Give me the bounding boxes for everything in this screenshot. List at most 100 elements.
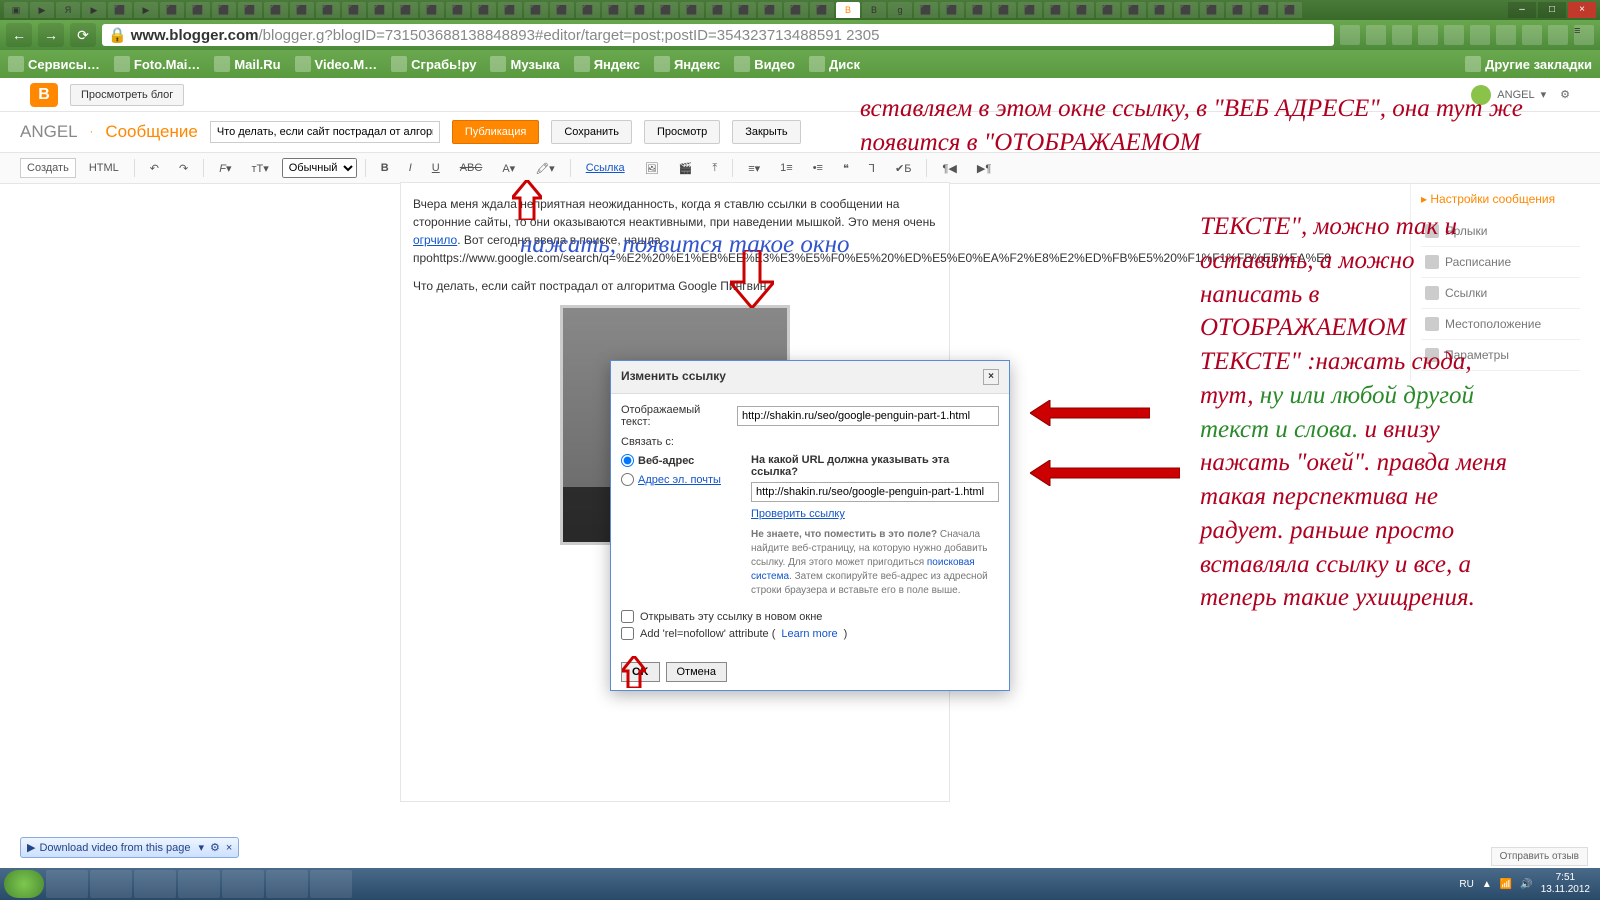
- other-bookmarks[interactable]: Другие закладки: [1465, 56, 1592, 72]
- volume-icon[interactable]: 🔊: [1520, 879, 1532, 890]
- tab[interactable]: ⬛: [342, 2, 366, 18]
- quote-icon[interactable]: ❝: [836, 158, 856, 179]
- tab[interactable]: ⬛: [446, 2, 470, 18]
- network-icon[interactable]: 📶: [1500, 879, 1512, 890]
- bookmark-item[interactable]: Видео: [734, 56, 795, 72]
- spellcheck-icon[interactable]: ✔Б: [888, 158, 918, 179]
- taskbar-app[interactable]: [46, 870, 88, 898]
- tab[interactable]: ⬛: [680, 2, 704, 18]
- dialog-titlebar[interactable]: Изменить ссылку ×: [611, 361, 1009, 394]
- gear-icon[interactable]: ⚙: [210, 841, 220, 854]
- align-icon[interactable]: ≡▾: [741, 158, 767, 179]
- tab[interactable]: ▶: [30, 2, 54, 18]
- image-icon[interactable]: 🖼: [638, 158, 666, 179]
- tab[interactable]: ⬛: [784, 2, 808, 18]
- video-icon[interactable]: 🎬: [672, 158, 700, 179]
- tab[interactable]: ⬛: [1018, 2, 1042, 18]
- extension-icon[interactable]: [1392, 25, 1412, 45]
- tab[interactable]: ⬛: [966, 2, 990, 18]
- extension-icon[interactable]: [1548, 25, 1568, 45]
- start-button[interactable]: [4, 870, 44, 898]
- close-button[interactable]: Закрыть: [732, 120, 800, 144]
- system-tray[interactable]: RU ▲ 📶 🔊 7:51 13.11.2012: [1459, 872, 1596, 896]
- test-link[interactable]: Проверить ссылку: [751, 508, 845, 520]
- view-blog-button[interactable]: Просмотреть блог: [70, 84, 184, 106]
- publish-button[interactable]: Публикация: [452, 120, 539, 144]
- bookmark-icon[interactable]: [1340, 25, 1360, 45]
- extension-icon[interactable]: [1522, 25, 1542, 45]
- bold-icon[interactable]: B: [374, 158, 396, 178]
- clock[interactable]: 7:51 13.11.2012: [1541, 872, 1590, 896]
- tab[interactable]: ⬛: [1070, 2, 1094, 18]
- redo-icon[interactable]: ↷: [172, 158, 195, 179]
- rtl-icon[interactable]: ▶¶: [970, 158, 998, 179]
- bookmark-item[interactable]: Foto.Mai…: [114, 56, 200, 72]
- underline-icon[interactable]: U: [425, 158, 447, 178]
- tab[interactable]: B: [862, 2, 886, 18]
- tab[interactable]: ⬛: [654, 2, 678, 18]
- reload-button[interactable]: ⟳: [70, 23, 96, 47]
- font-family-icon[interactable]: F▾: [212, 158, 238, 179]
- bookmark-item[interactable]: Яндекс: [574, 56, 640, 72]
- taskbar-app[interactable]: [266, 870, 308, 898]
- tab[interactable]: ⬛: [186, 2, 210, 18]
- checkbox-nofollow[interactable]: Add 'rel=nofollow' attribute (Learn more…: [621, 627, 999, 640]
- minimize-button[interactable]: –: [1508, 2, 1536, 18]
- tab[interactable]: ⬛: [290, 2, 314, 18]
- extension-icon[interactable]: [1366, 25, 1386, 45]
- maximize-button[interactable]: □: [1538, 2, 1566, 18]
- tab[interactable]: ⬛: [1122, 2, 1146, 18]
- post-title-input[interactable]: [210, 121, 440, 143]
- tab[interactable]: ▣: [4, 2, 28, 18]
- url-input[interactable]: [751, 482, 999, 502]
- jump-break-icon[interactable]: ⤒: [705, 158, 724, 179]
- tab[interactable]: ⬛: [1096, 2, 1120, 18]
- preview-button[interactable]: Просмотр: [644, 120, 720, 144]
- language-indicator[interactable]: RU: [1459, 879, 1473, 890]
- extension-icon[interactable]: [1470, 25, 1490, 45]
- taskbar-app[interactable]: [222, 870, 264, 898]
- cancel-button[interactable]: Отмена: [666, 662, 727, 682]
- url-input[interactable]: 🔒 www.blogger.com /blogger.g?blogID=7315…: [102, 24, 1334, 46]
- text-color-icon[interactable]: A▾: [495, 158, 522, 179]
- extension-icon[interactable]: [1418, 25, 1438, 45]
- tab[interactable]: ⬛: [758, 2, 782, 18]
- font-size-icon[interactable]: тT▾: [244, 158, 275, 179]
- tab[interactable]: ⬛: [1174, 2, 1198, 18]
- tab[interactable]: ⬛: [602, 2, 626, 18]
- blogger-logo-icon[interactable]: B: [30, 83, 58, 107]
- taskbar-app[interactable]: [134, 870, 176, 898]
- gear-icon[interactable]: ⚙: [1560, 88, 1570, 101]
- tab-active[interactable]: B: [836, 2, 860, 18]
- tab[interactable]: ⬛: [1148, 2, 1172, 18]
- tab[interactable]: ⬛: [394, 2, 418, 18]
- tab[interactable]: ⬛: [212, 2, 236, 18]
- display-text-input[interactable]: [737, 406, 999, 426]
- save-button[interactable]: Сохранить: [551, 120, 632, 144]
- close-icon[interactable]: ×: [226, 842, 232, 854]
- forward-button[interactable]: →: [38, 23, 64, 47]
- tab[interactable]: ⬛: [576, 2, 600, 18]
- close-button[interactable]: ×: [1568, 2, 1596, 18]
- bullet-list-icon[interactable]: •≡: [806, 158, 830, 178]
- tab[interactable]: ⬛: [732, 2, 756, 18]
- tab[interactable]: ⬛: [472, 2, 496, 18]
- tab[interactable]: ⬛: [1226, 2, 1250, 18]
- tab[interactable]: ▶: [82, 2, 106, 18]
- tab[interactable]: ⬛: [498, 2, 522, 18]
- radio-email-address[interactable]: Адрес эл. почты: [621, 473, 731, 486]
- undo-icon[interactable]: ↶: [143, 158, 166, 179]
- extension-icon[interactable]: [1496, 25, 1516, 45]
- tab[interactable]: ⬛: [940, 2, 964, 18]
- remove-format-icon[interactable]: Ꞁ: [862, 158, 882, 179]
- tab[interactable]: ⬛: [1200, 2, 1224, 18]
- bookmark-item[interactable]: Сервисы…: [8, 56, 100, 72]
- tray-icon[interactable]: ▲: [1482, 879, 1492, 890]
- tab[interactable]: ⬛: [914, 2, 938, 18]
- send-feedback-button[interactable]: Отправить отзыв: [1491, 847, 1588, 866]
- bookmark-item[interactable]: Video.M…: [295, 56, 378, 72]
- link[interactable]: огрчило: [413, 233, 457, 247]
- tab[interactable]: ⬛: [992, 2, 1016, 18]
- tab[interactable]: ⬛: [108, 2, 132, 18]
- tab[interactable]: ⬛: [1044, 2, 1068, 18]
